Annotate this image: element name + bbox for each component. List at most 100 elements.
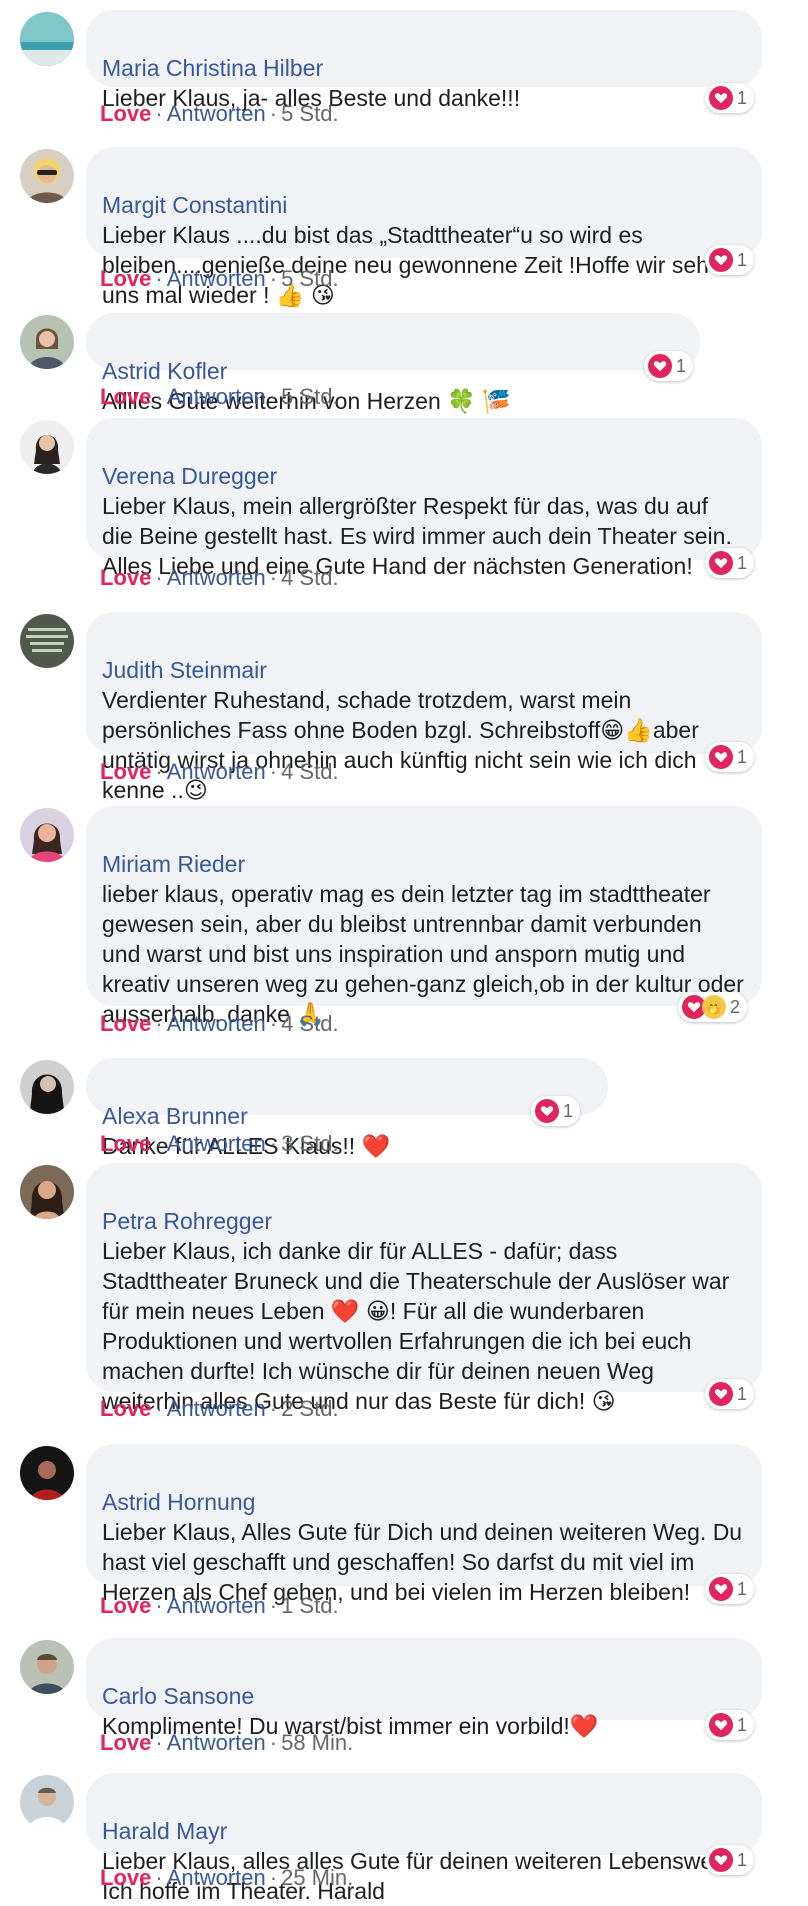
author-name[interactable]: Astrid Hornung	[102, 1489, 255, 1515]
author-name[interactable]: Margit Constantini	[102, 192, 287, 218]
haha-reaction-icon: 🤭	[702, 995, 726, 1019]
separator-dot: ·	[155, 565, 163, 590]
comment-bubble: Harald Mayr Lieber Klaus, alles alles Gu…	[86, 1773, 762, 1904]
reaction-summary[interactable]: 1	[705, 742, 755, 772]
love-reaction-icon	[648, 354, 672, 378]
reply-button[interactable]: Antworten	[167, 1730, 266, 1755]
reaction-summary[interactable]: 1	[705, 1845, 755, 1875]
love-button[interactable]: Love	[100, 1011, 151, 1036]
comment-bubble: Verena Duregger Lieber Klaus, mein aller…	[86, 418, 762, 579]
love-button[interactable]: Love	[100, 384, 151, 409]
comment-timestamp[interactable]: 5 Std.	[281, 384, 338, 409]
separator-dot: ·	[155, 1730, 163, 1755]
avatar[interactable]	[20, 315, 74, 369]
love-button[interactable]: Love	[100, 1131, 151, 1156]
separator-dot: ·	[155, 759, 163, 784]
reaction-count: 1	[563, 1100, 574, 1121]
author-name[interactable]: Judith Steinmair	[102, 657, 267, 683]
comment-bubble: Astrid Hornung Lieber Klaus, Alles Gute …	[86, 1444, 762, 1605]
author-name[interactable]: Maria Christina Hilber	[102, 55, 323, 81]
reaction-count: 1	[737, 87, 748, 108]
reaction-summary[interactable]: 1	[705, 245, 755, 275]
reaction-summary[interactable]: 🤭 2	[678, 992, 748, 1022]
comment-timestamp[interactable]: 5 Std.	[281, 101, 338, 126]
reaction-summary[interactable]: 1	[705, 1379, 755, 1409]
comment-timestamp[interactable]: 4 Std.	[281, 565, 338, 590]
comment-actions: Love · Antworten · 3 Std.	[100, 1130, 339, 1158]
reply-button[interactable]: Antworten	[167, 1011, 266, 1036]
comment-timestamp[interactable]: 1 Std.	[281, 1593, 338, 1618]
reaction-count: 1	[676, 355, 687, 376]
love-button[interactable]: Love	[100, 266, 151, 291]
separator-dot: ·	[155, 1131, 163, 1156]
author-name[interactable]: Miriam Rieder	[102, 851, 245, 877]
reply-button[interactable]: Antworten	[167, 266, 266, 291]
avatar[interactable]	[20, 1060, 74, 1114]
reply-button[interactable]: Antworten	[167, 1396, 266, 1421]
love-button[interactable]: Love	[100, 1730, 151, 1755]
separator-dot: ·	[269, 266, 278, 291]
reaction-summary[interactable]: 1	[705, 83, 755, 113]
author-name[interactable]: Verena Duregger	[102, 463, 277, 489]
reply-button[interactable]: Antworten	[167, 1865, 266, 1890]
avatar[interactable]	[20, 614, 74, 668]
reply-button[interactable]: Antworten	[167, 759, 266, 784]
separator-dot: ·	[269, 1396, 278, 1421]
author-name[interactable]: Alexa Brunner	[102, 1103, 248, 1129]
love-button[interactable]: Love	[100, 1593, 151, 1618]
separator-dot: ·	[269, 759, 278, 784]
reaction-count: 1	[737, 1849, 748, 1870]
reaction-count: 1	[737, 249, 748, 270]
separator-dot: ·	[269, 101, 278, 126]
avatar[interactable]	[20, 1775, 74, 1829]
reply-button[interactable]: Antworten	[167, 101, 266, 126]
comment-bubble: Petra Rohregger Lieber Klaus, ich danke …	[86, 1163, 762, 1414]
love-button[interactable]: Love	[100, 565, 151, 590]
reply-button[interactable]: Antworten	[167, 565, 266, 590]
author-name[interactable]: Carlo Sansone	[102, 1683, 254, 1709]
love-reaction-icon	[709, 1382, 733, 1406]
comment-timestamp[interactable]: 58 Min.	[281, 1730, 353, 1755]
reply-button[interactable]: Antworten	[167, 1131, 266, 1156]
reaction-count: 1	[737, 1383, 748, 1404]
love-button[interactable]: Love	[100, 1865, 151, 1890]
separator-dot: ·	[269, 565, 278, 590]
separator-dot: ·	[269, 1593, 278, 1618]
author-name[interactable]: Petra Rohregger	[102, 1208, 272, 1234]
reply-button[interactable]: Antworten	[167, 384, 266, 409]
comment-timestamp[interactable]: 4 Std.	[281, 1011, 338, 1036]
reaction-summary[interactable]: 1	[644, 351, 694, 381]
love-button[interactable]: Love	[100, 101, 151, 126]
reaction-count: 1	[737, 746, 748, 767]
avatar[interactable]	[20, 12, 74, 66]
comment-text: lieber klaus, operativ mag es dein letzt…	[102, 881, 744, 1027]
comment-bubble: Margit Constantini Lieber Klaus ....du b…	[86, 147, 762, 308]
love-button[interactable]: Love	[100, 1396, 151, 1421]
comment-actions: Love · Antworten · 2 Std.	[100, 1395, 339, 1423]
separator-dot: ·	[269, 1730, 278, 1755]
avatar[interactable]	[20, 1165, 74, 1219]
author-name[interactable]: Harald Mayr	[102, 1818, 227, 1844]
comment-timestamp[interactable]: 2 Std.	[281, 1396, 338, 1421]
avatar[interactable]	[20, 420, 74, 474]
comment-bubble: Astrid Kofler Alllles Gute weiterhin von…	[86, 313, 700, 414]
reaction-summary[interactable]: 1	[705, 548, 755, 578]
reaction-count: 1	[737, 1578, 748, 1599]
avatar[interactable]	[20, 149, 74, 203]
reply-button[interactable]: Antworten	[167, 1593, 266, 1618]
avatar[interactable]	[20, 1640, 74, 1694]
reaction-summary[interactable]: 1	[531, 1096, 581, 1126]
comment-timestamp[interactable]: 3 Std.	[281, 1131, 338, 1156]
comment-timestamp[interactable]: 25 Min.	[281, 1865, 353, 1890]
avatar[interactable]	[20, 808, 74, 862]
separator-dot: ·	[269, 1865, 278, 1890]
reaction-summary[interactable]: 1	[705, 1574, 755, 1604]
comment-timestamp[interactable]: 5 Std.	[281, 266, 338, 291]
avatar[interactable]	[20, 1446, 74, 1500]
comment-timestamp[interactable]: 4 Std.	[281, 759, 338, 784]
love-button[interactable]: Love	[100, 759, 151, 784]
reaction-summary[interactable]: 1	[705, 1710, 755, 1740]
author-name[interactable]: Astrid Kofler	[102, 358, 227, 384]
comment-actions: Love · Antworten · 4 Std.	[100, 564, 339, 592]
comment-actions: Love · Antworten · 1 Std.	[100, 1592, 339, 1620]
